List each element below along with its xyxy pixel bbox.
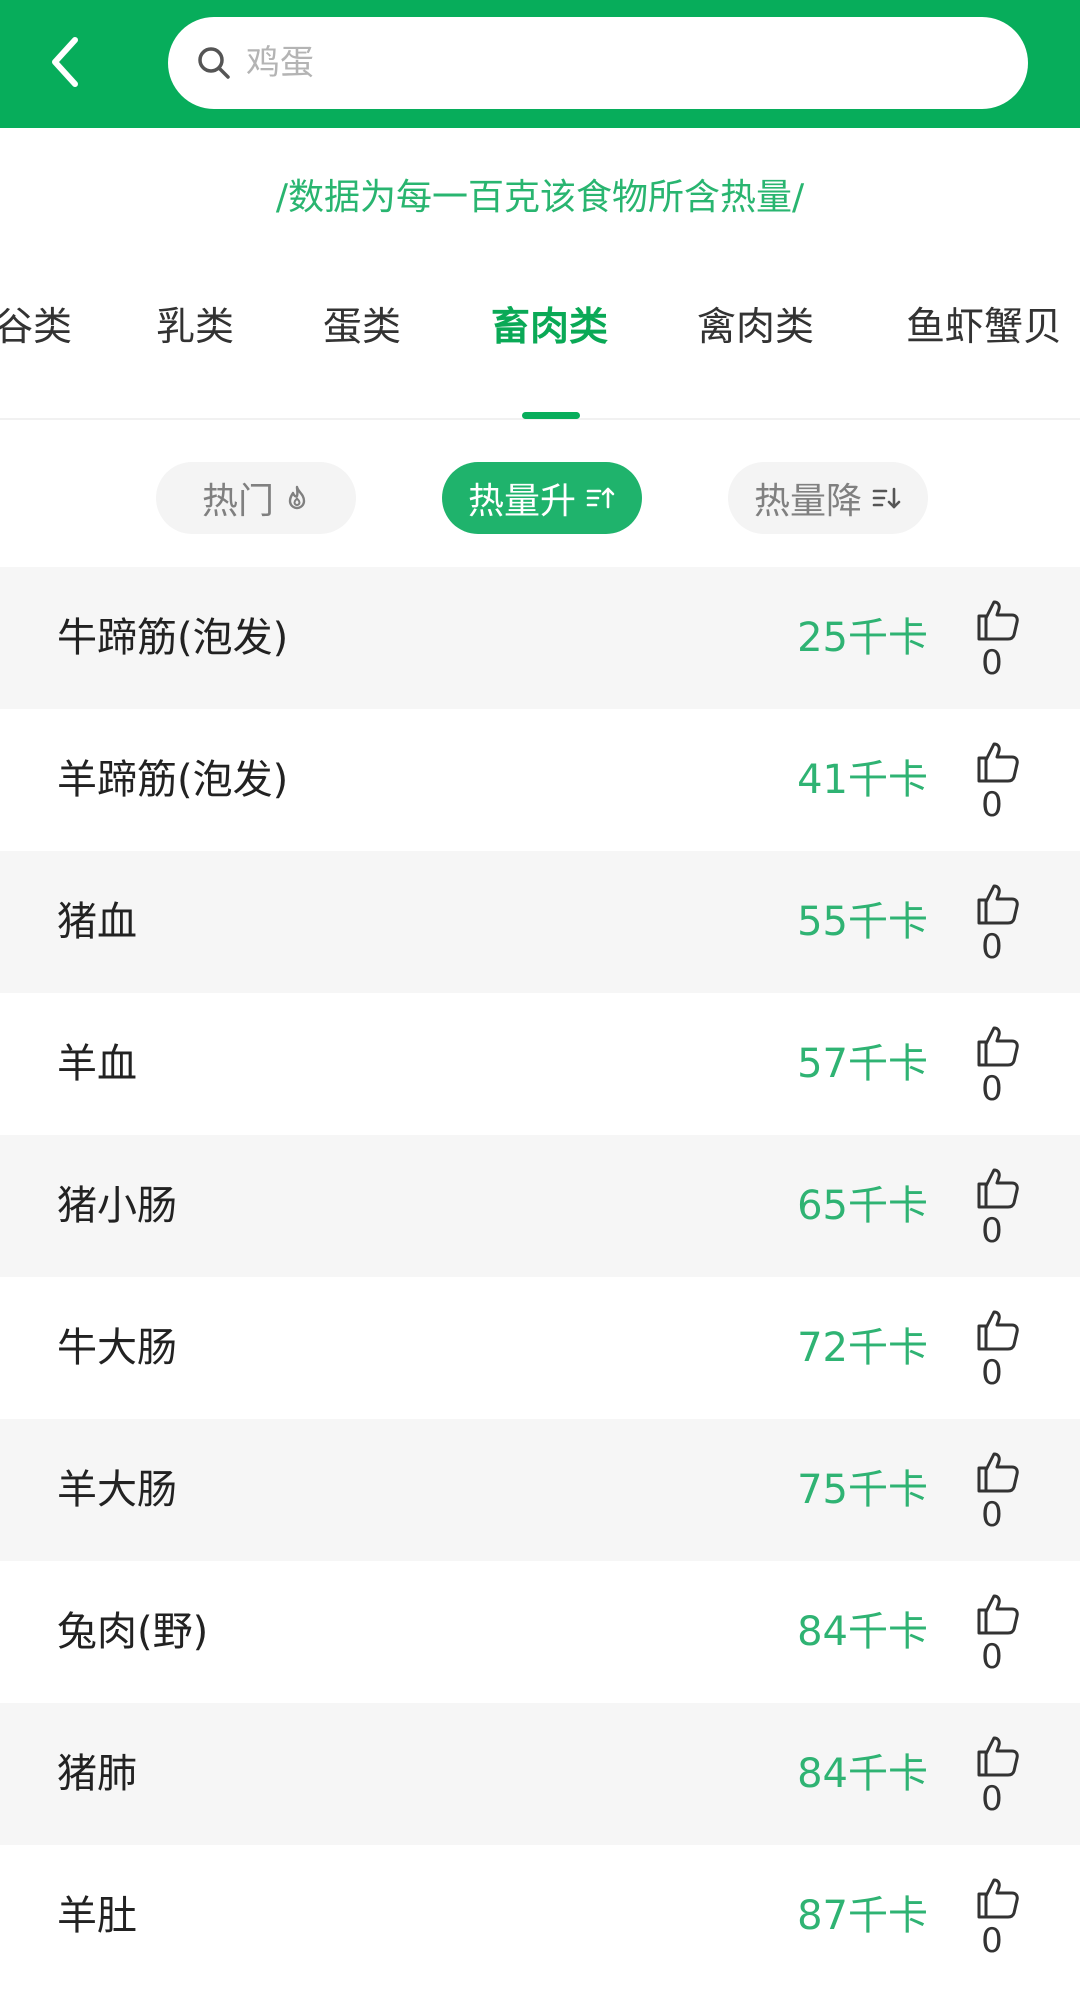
tab-dairy[interactable]: 乳类 <box>156 302 234 354</box>
food-calorie-page: /数据为每一百克该食物所含热量/ 谷类 乳类 蛋类 畜肉类 禽肉类 鱼虾蟹贝 热… <box>0 0 1080 1989</box>
food-calories: 75千卡 <box>797 1467 928 1513</box>
food-row[interactable]: 羊蹄筋(泡发) 41千卡 0 <box>0 709 1080 851</box>
food-name: 猪小肠 <box>57 1183 177 1229</box>
food-name: 羊血 <box>57 1041 137 1087</box>
data-notice: /数据为每一百克该食物所含热量/ <box>275 177 805 218</box>
food-name: 牛大肠 <box>57 1325 177 1371</box>
like-count: 0 <box>981 1211 1003 1251</box>
food-calories: 84千卡 <box>797 1751 928 1797</box>
sort-hot-button[interactable]: 热门 <box>156 462 356 534</box>
like-count: 0 <box>981 1495 1003 1535</box>
like-count: 0 <box>981 1637 1003 1677</box>
thumbs-up-icon <box>977 742 1019 783</box>
food-row[interactable]: 兔肉(野) 84千卡 0 <box>0 1561 1080 1703</box>
like-button[interactable]: 0 <box>972 1733 1024 1823</box>
like-count: 0 <box>981 785 1003 825</box>
sort-ascending-icon <box>586 485 616 511</box>
like-button[interactable]: 0 <box>972 1449 1024 1539</box>
food-row[interactable]: 牛大肠 72千卡 0 <box>0 1277 1080 1419</box>
chevron-left-icon <box>52 37 78 87</box>
category-tabs: 谷类 乳类 蛋类 畜肉类 禽肉类 鱼虾蟹贝 <box>0 290 1080 420</box>
search-bar[interactable] <box>168 17 1028 109</box>
thumbs-up-icon <box>977 884 1019 925</box>
food-list: 牛蹄筋(泡发) 25千卡 0 羊蹄筋(泡发) 41千卡 0 猪血 55千卡 0 … <box>0 567 1080 1987</box>
food-calories: 72千卡 <box>797 1325 928 1371</box>
like-button[interactable]: 0 <box>972 597 1024 687</box>
thumbs-up-icon <box>977 1594 1019 1635</box>
thumbs-up-icon <box>977 1310 1019 1351</box>
like-count: 0 <box>981 643 1003 683</box>
like-button[interactable]: 0 <box>972 1165 1024 1255</box>
tab-grains[interactable]: 谷类 <box>0 302 72 354</box>
food-row[interactable]: 羊血 57千卡 0 <box>0 993 1080 1135</box>
food-row[interactable]: 猪血 55千卡 0 <box>0 851 1080 993</box>
food-calories: 57千卡 <box>797 1041 928 1087</box>
food-name: 牛蹄筋(泡发) <box>57 615 289 661</box>
like-count: 0 <box>981 1353 1003 1393</box>
food-calories: 87千卡 <box>797 1893 928 1939</box>
search-icon <box>194 43 234 83</box>
thumbs-up-icon <box>977 1026 1019 1067</box>
like-count: 0 <box>981 927 1003 967</box>
like-button[interactable]: 0 <box>972 881 1024 971</box>
like-count: 0 <box>981 1921 1003 1961</box>
sort-calorie-desc-button[interactable]: 热量降 <box>728 462 928 534</box>
like-button[interactable]: 0 <box>972 1023 1024 1113</box>
back-button[interactable] <box>30 22 100 102</box>
tab-poultry[interactable]: 禽肉类 <box>697 302 814 354</box>
food-name: 羊蹄筋(泡发) <box>57 757 289 803</box>
food-name: 兔肉(野) <box>57 1609 209 1655</box>
food-name: 猪肺 <box>57 1751 137 1797</box>
top-bar <box>0 0 1080 128</box>
food-row[interactable]: 羊大肠 75千卡 0 <box>0 1419 1080 1561</box>
food-row[interactable]: 羊肚 87千卡 0 <box>0 1845 1080 1987</box>
sort-desc-label: 热量降 <box>753 481 862 522</box>
food-calories: 25千卡 <box>797 615 928 661</box>
food-name: 猪血 <box>57 899 137 945</box>
tab-seafood[interactable]: 鱼虾蟹贝 <box>906 302 1062 354</box>
sort-hot-label: 热门 <box>201 481 274 522</box>
thumbs-up-icon <box>977 1452 1019 1493</box>
food-row[interactable]: 猪小肠 65千卡 0 <box>0 1135 1080 1277</box>
like-count: 0 <box>981 1069 1003 1109</box>
active-tab-indicator <box>522 412 580 419</box>
food-name: 羊肚 <box>57 1893 137 1939</box>
tab-livestock-meat[interactable]: 畜肉类 <box>491 302 608 354</box>
food-calories: 65千卡 <box>797 1183 928 1229</box>
thumbs-up-icon <box>977 1736 1019 1777</box>
food-row[interactable]: 猪肺 84千卡 0 <box>0 1703 1080 1845</box>
tab-eggs[interactable]: 蛋类 <box>323 302 401 354</box>
like-button[interactable]: 0 <box>972 1875 1024 1965</box>
flame-icon <box>284 484 310 512</box>
thumbs-up-icon <box>977 600 1019 641</box>
thumbs-up-icon <box>977 1878 1019 1919</box>
search-input[interactable] <box>246 43 946 83</box>
food-row[interactable]: 牛蹄筋(泡发) 25千卡 0 <box>0 567 1080 709</box>
food-name: 羊大肠 <box>57 1467 177 1513</box>
sort-descending-icon <box>872 485 902 511</box>
food-calories: 41千卡 <box>797 757 928 803</box>
food-calories: 55千卡 <box>797 899 928 945</box>
sort-calorie-asc-button[interactable]: 热量升 <box>442 462 642 534</box>
like-button[interactable]: 0 <box>972 739 1024 829</box>
sort-asc-label: 热量升 <box>467 481 576 522</box>
food-calories: 84千卡 <box>797 1609 928 1655</box>
like-count: 0 <box>981 1779 1003 1819</box>
like-button[interactable]: 0 <box>972 1591 1024 1681</box>
like-button[interactable]: 0 <box>972 1307 1024 1397</box>
thumbs-up-icon <box>977 1168 1019 1209</box>
